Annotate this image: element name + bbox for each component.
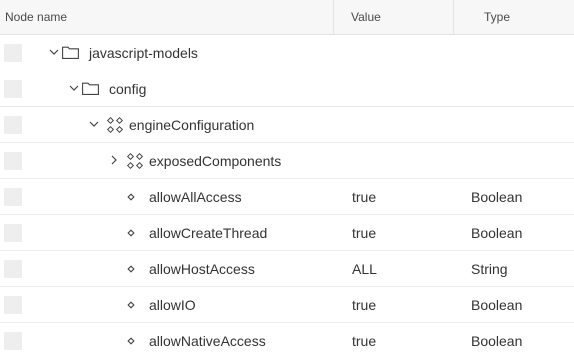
row-select-checkbox[interactable] — [4, 79, 22, 98]
property-icon — [127, 192, 135, 201]
property-icon — [127, 300, 135, 309]
table-row[interactable]: exposedComponents — [0, 143, 574, 179]
value-cell — [334, 143, 454, 178]
row-select-checkbox[interactable] — [4, 44, 22, 62]
table-row[interactable]: engineConfiguration — [0, 107, 574, 143]
name-cell: allowNativeAccess — [0, 323, 334, 357]
chevron-down-icon[interactable] — [68, 82, 80, 94]
chevron-down-icon[interactable] — [48, 46, 60, 58]
property-icon — [127, 264, 135, 273]
column-header-node-name[interactable]: Node name — [0, 0, 334, 34]
type-cell: Boolean — [471, 296, 523, 313]
table-row[interactable]: javascript-models — [0, 35, 574, 71]
property-icon — [127, 336, 135, 345]
node-tree-table: Node name Value Type javascript-models c… — [0, 0, 574, 357]
type-cell — [454, 143, 574, 178]
name-cell: javascript-models — [0, 35, 334, 71]
name-cell: exposedComponents — [0, 143, 334, 178]
type-cell — [454, 35, 574, 71]
column-header-type[interactable]: Type — [454, 0, 574, 34]
value-cell: true — [352, 296, 377, 313]
row-select-checkbox[interactable] — [4, 151, 22, 170]
value-cell — [334, 71, 454, 106]
table-row[interactable]: config — [0, 71, 574, 107]
node-label: allowHostAccess — [149, 260, 255, 277]
type-cell: Boolean — [471, 224, 523, 241]
row-select-checkbox[interactable] — [4, 223, 22, 242]
table-row[interactable]: allowIO true Boolean — [0, 287, 574, 323]
node-label: allowAllAccess — [149, 188, 242, 205]
table-row[interactable]: allowHostAccess ALL String — [0, 251, 574, 287]
row-select-checkbox[interactable] — [4, 187, 22, 206]
name-cell: allowIO — [0, 287, 334, 322]
node-label: allowNativeAccess — [149, 332, 266, 349]
node-label: exposedComponents — [149, 152, 282, 169]
folder-icon — [62, 46, 79, 59]
component-icon — [126, 152, 144, 170]
node-label: javascript-models — [89, 45, 198, 61]
type-cell: Boolean — [471, 332, 523, 349]
name-cell: config — [0, 71, 334, 106]
property-icon — [127, 228, 135, 237]
value-cell — [334, 107, 454, 142]
folder-icon — [82, 82, 99, 95]
table-row[interactable]: allowNativeAccess true Boolean — [0, 323, 574, 357]
row-select-checkbox[interactable] — [4, 331, 22, 350]
table-row[interactable]: allowAllAccess true Boolean — [0, 179, 574, 215]
type-cell — [454, 107, 574, 142]
node-label: allowCreateThread — [149, 224, 268, 241]
name-cell: engineConfiguration — [0, 107, 334, 142]
type-cell: Boolean — [471, 188, 523, 205]
name-cell: allowCreateThread — [0, 215, 334, 250]
value-cell: true — [352, 224, 377, 241]
table-header: Node name Value Type — [0, 0, 574, 35]
node-label: engineConfiguration — [129, 116, 255, 133]
table-row[interactable]: allowCreateThread true Boolean — [0, 215, 574, 251]
node-label: config — [109, 80, 147, 97]
value-cell: ALL — [352, 260, 377, 277]
node-label: allowIO — [149, 296, 196, 313]
value-cell — [334, 35, 454, 71]
row-select-checkbox[interactable] — [4, 259, 22, 278]
type-cell: String — [471, 260, 508, 277]
type-cell — [454, 71, 574, 106]
value-cell: true — [352, 332, 377, 349]
chevron-down-icon[interactable] — [88, 118, 100, 130]
chevron-right-icon[interactable] — [108, 154, 120, 166]
name-cell: allowHostAccess — [0, 251, 334, 286]
row-select-checkbox[interactable] — [4, 115, 22, 134]
name-cell: allowAllAccess — [0, 179, 334, 214]
column-header-value[interactable]: Value — [334, 0, 454, 34]
component-icon — [106, 116, 124, 134]
value-cell: true — [352, 188, 377, 205]
row-select-checkbox[interactable] — [4, 295, 22, 314]
